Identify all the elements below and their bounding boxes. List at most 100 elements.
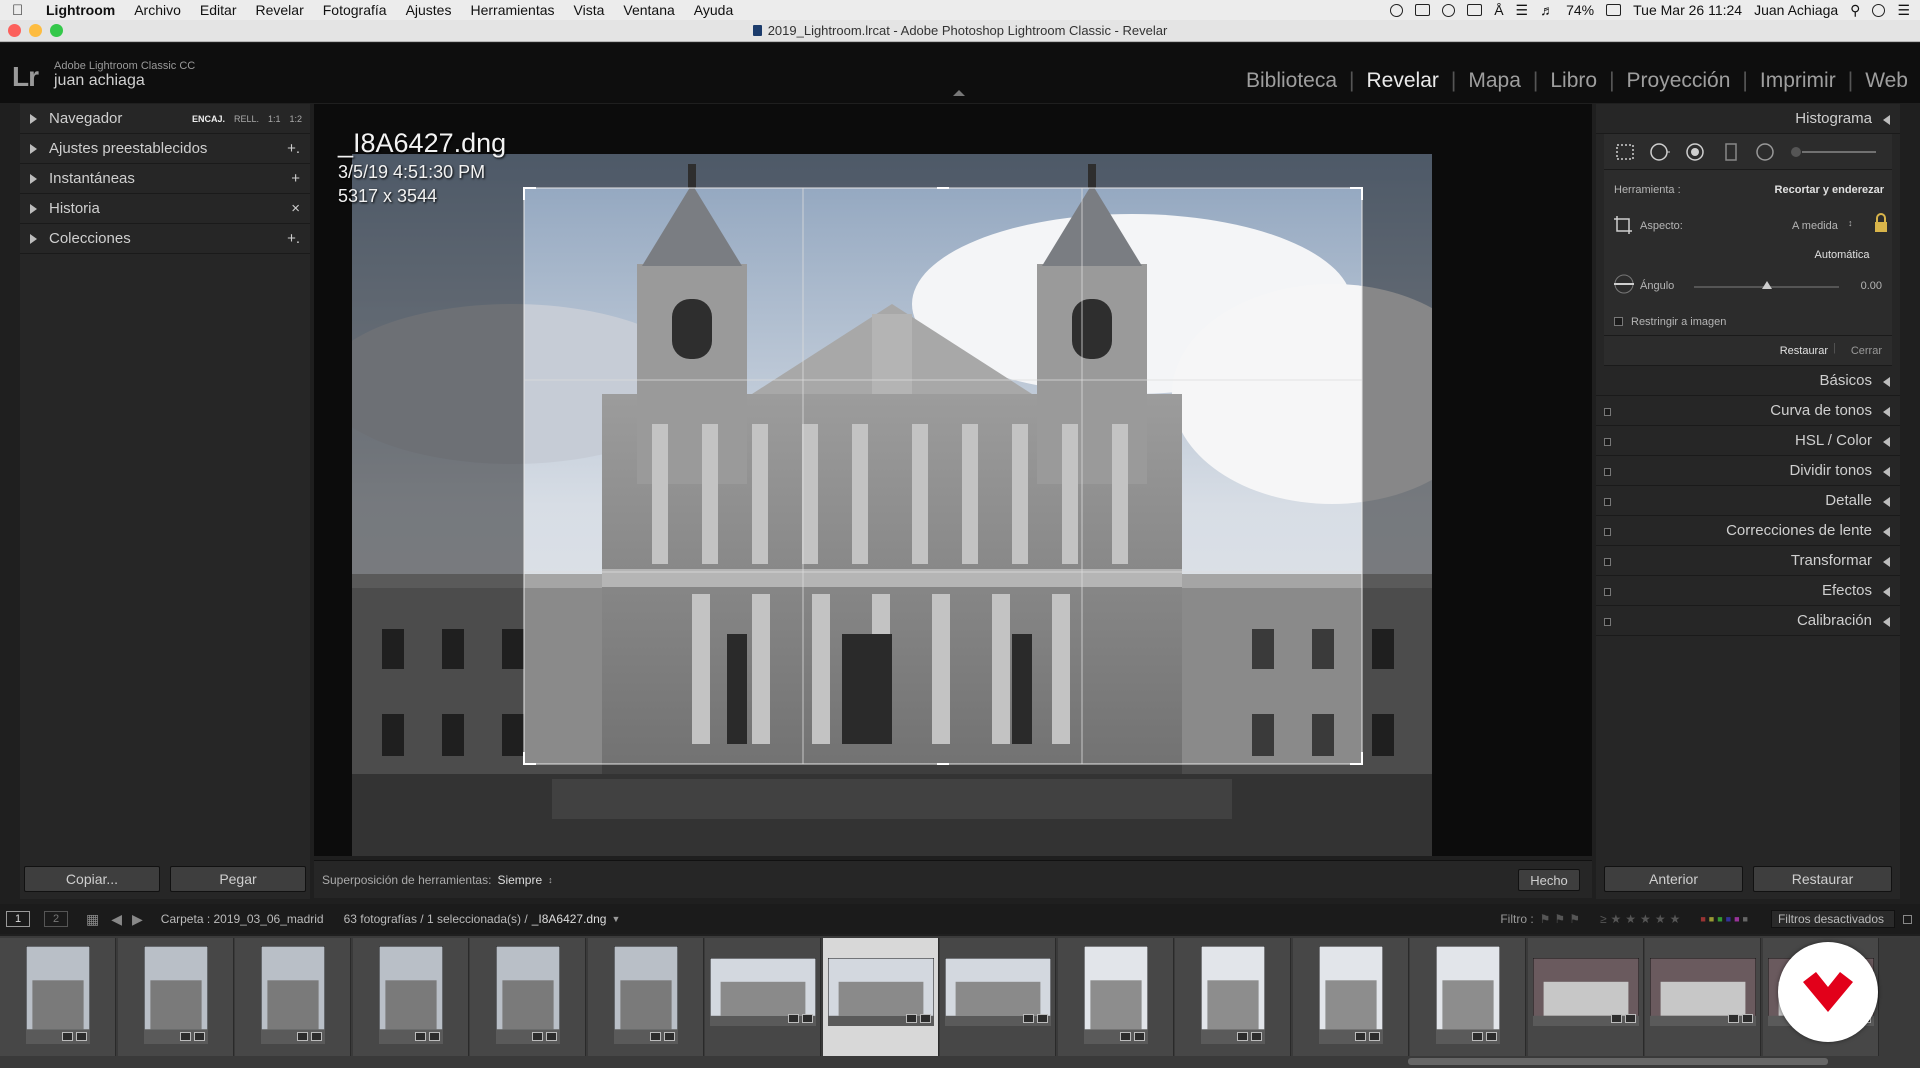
- collapse-triangle-icon[interactable]: [1883, 115, 1890, 125]
- lock-icon[interactable]: [1872, 213, 1890, 235]
- menu-fotografia[interactable]: Fotografía: [323, 2, 387, 18]
- panel-hsl-color[interactable]: HSL / Color: [1596, 426, 1900, 456]
- filter-lock-icon[interactable]: [1903, 914, 1912, 924]
- collapse-triangle-icon[interactable]: [1883, 377, 1890, 387]
- collapse-triangle-icon[interactable]: [1883, 557, 1890, 567]
- panel-navegador[interactable]: Navegador ENCAJ. RELL. 1:1 1:2: [20, 104, 310, 134]
- collapse-triangle-icon[interactable]: [1883, 587, 1890, 597]
- creative-cloud-icon[interactable]: [1442, 3, 1456, 17]
- grid-view-icon[interactable]: ▦: [86, 911, 99, 928]
- clock[interactable]: Tue Mar 26 11:24: [1633, 2, 1742, 18]
- panel-toggle-switch[interactable]: [1604, 498, 1611, 506]
- filmstrip-thumbnail[interactable]: [470, 938, 586, 1056]
- back-arrow-icon[interactable]: ◀: [111, 911, 122, 928]
- expand-triangle-icon[interactable]: [30, 113, 37, 124]
- expand-triangle-icon[interactable]: [30, 203, 37, 214]
- panel-correcciones-lente[interactable]: Correcciones de lente: [1596, 516, 1900, 546]
- volume-icon[interactable]: ♬: [1540, 2, 1554, 18]
- filmstrip-thumbnail[interactable]: [1175, 938, 1291, 1056]
- collapse-triangle-icon[interactable]: [1883, 437, 1890, 447]
- filmstrip-thumbnail[interactable]: [940, 938, 1056, 1056]
- collapse-triangle-icon[interactable]: [1883, 407, 1890, 417]
- filter-preset-select[interactable]: Filtros desactivados: [1770, 910, 1895, 928]
- reset-button[interactable]: Restaurar: [1753, 866, 1892, 892]
- filmstrip-thumbnail[interactable]: [0, 938, 116, 1056]
- brush-tool-icon[interactable]: [1788, 142, 1878, 162]
- zoom-fill[interactable]: RELL.: [234, 114, 259, 124]
- folder-path[interactable]: Carpeta : 2019_03_06_madrid: [161, 912, 324, 926]
- filmstrip-thumbnail[interactable]: [1410, 938, 1526, 1056]
- filmstrip-thumbnail[interactable]: [352, 938, 469, 1056]
- zoom-1-1[interactable]: 1:1: [268, 114, 281, 124]
- collapse-top-panel-icon[interactable]: [953, 90, 965, 96]
- constrain-checkbox[interactable]: [1614, 317, 1623, 326]
- level-tool-icon[interactable]: [1610, 274, 1638, 294]
- current-photo[interactable]: _I8A6427.dng: [532, 912, 607, 926]
- wifi-icon[interactable]: ☰: [1516, 2, 1529, 19]
- zoom-window-button[interactable]: [50, 24, 63, 37]
- filmstrip[interactable]: [0, 936, 1920, 1068]
- panel-toggle-switch[interactable]: [1604, 468, 1611, 476]
- expand-triangle-icon[interactable]: [30, 143, 37, 154]
- done-button[interactable]: Hecho: [1518, 869, 1580, 891]
- panel-histogram[interactable]: Histograma: [1596, 104, 1900, 134]
- zoom-1-2[interactable]: 1:2: [289, 114, 302, 124]
- red-eye-icon[interactable]: [1684, 142, 1706, 162]
- panel-dividir-tonos[interactable]: Dividir tonos: [1596, 456, 1900, 486]
- panel-toggle-switch[interactable]: [1604, 618, 1611, 626]
- panel-toggle-switch[interactable]: [1604, 558, 1611, 566]
- menu-herramientas[interactable]: Herramientas: [470, 2, 554, 18]
- module-web[interactable]: Web: [1853, 69, 1920, 93]
- collapse-triangle-icon[interactable]: [1883, 617, 1890, 627]
- filmstrip-thumbnail[interactable]: [822, 938, 939, 1056]
- panel-toggle-switch[interactable]: [1604, 588, 1611, 596]
- record-icon[interactable]: [1390, 3, 1404, 17]
- filmstrip-thumbnail[interactable]: [1527, 938, 1644, 1056]
- panel-collections[interactable]: Colecciones +.: [20, 224, 310, 254]
- second-window-toggle[interactable]: 2: [44, 911, 68, 927]
- chevron-updown-icon[interactable]: ↕: [548, 875, 553, 885]
- radial-filter-icon[interactable]: [1754, 142, 1776, 162]
- spot-removal-icon[interactable]: [1648, 142, 1670, 162]
- flag-filter-icons[interactable]: ⚑⚑⚑: [1540, 912, 1584, 926]
- filmstrip-scrollbar[interactable]: [1408, 1058, 1828, 1065]
- paste-settings-button[interactable]: Pegar: [170, 866, 306, 892]
- filmstrip-thumbnail[interactable]: [117, 938, 234, 1056]
- crop-close-button[interactable]: Cerrar: [1851, 345, 1882, 357]
- menu-archivo[interactable]: Archivo: [134, 2, 181, 18]
- filmstrip-thumbnail[interactable]: [235, 938, 351, 1056]
- expand-triangle-icon[interactable]: [30, 233, 37, 244]
- close-window-button[interactable]: [8, 24, 21, 37]
- module-mapa[interactable]: Mapa: [1456, 69, 1533, 93]
- user-name[interactable]: Juan Achiaga: [1754, 2, 1838, 18]
- forward-arrow-icon[interactable]: ▶: [132, 911, 143, 928]
- add-collection-icon[interactable]: +.: [287, 230, 300, 247]
- module-proyeccion[interactable]: Proyección: [1615, 69, 1743, 93]
- module-libro[interactable]: Libro: [1538, 69, 1609, 93]
- display-icon[interactable]: [1415, 4, 1431, 16]
- menu-editar[interactable]: Editar: [200, 2, 237, 18]
- notification-center-icon[interactable]: ☰: [1897, 2, 1910, 19]
- filmstrip-thumbnail[interactable]: [1645, 938, 1761, 1056]
- filmstrip-thumbnail[interactable]: [1057, 938, 1174, 1056]
- panel-curva-tonos[interactable]: Curva de tonos: [1596, 396, 1900, 426]
- panel-calibracion[interactable]: Calibración: [1596, 606, 1900, 636]
- copy-settings-button[interactable]: Copiar...: [24, 866, 160, 892]
- menu-revelar[interactable]: Revelar: [255, 2, 303, 18]
- collapse-triangle-icon[interactable]: [1883, 527, 1890, 537]
- auto-straighten-button[interactable]: Automática: [1802, 246, 1882, 264]
- filmstrip-thumbnail[interactable]: [587, 938, 704, 1056]
- panel-transformar[interactable]: Transformar: [1596, 546, 1900, 576]
- panel-toggle-switch[interactable]: [1604, 408, 1611, 416]
- crop-tool-icon[interactable]: [1614, 142, 1636, 162]
- graduated-filter-icon[interactable]: [1720, 142, 1742, 162]
- menu-ayuda[interactable]: Ayuda: [694, 2, 733, 18]
- angle-slider-thumb[interactable]: [1761, 281, 1772, 289]
- crop-reset-button[interactable]: Restaurar: [1780, 345, 1828, 357]
- angle-slider[interactable]: [1694, 281, 1839, 289]
- clear-history-icon[interactable]: ×: [291, 200, 300, 217]
- panel-basicos[interactable]: Básicos: [1596, 366, 1900, 396]
- collapse-triangle-icon[interactable]: [1883, 467, 1890, 477]
- add-snapshot-icon[interactable]: +: [291, 170, 300, 187]
- zoom-fit[interactable]: ENCAJ.: [192, 114, 225, 124]
